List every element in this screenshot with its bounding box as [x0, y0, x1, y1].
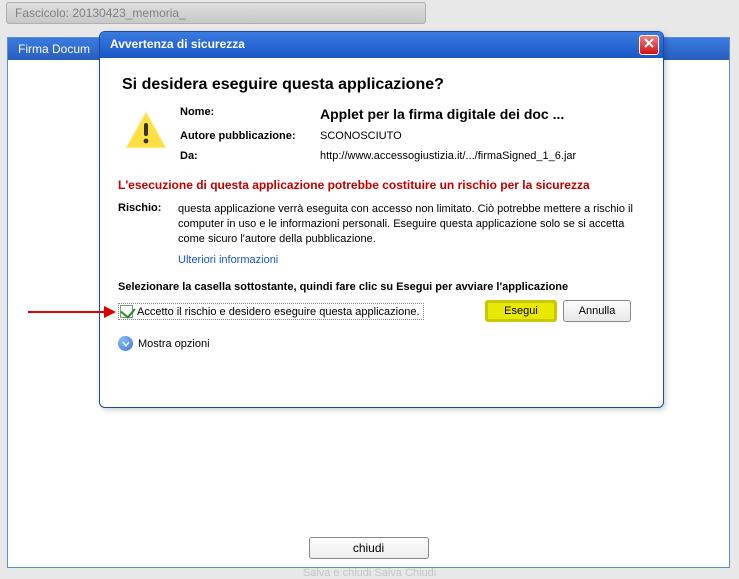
run-button[interactable]: Esegui — [485, 300, 557, 322]
background-footer-text: Salva e chiudi Salva Chiudi — [0, 567, 739, 579]
app-info-grid: Nome: Applet per la firma digitale dei d… — [174, 106, 645, 170]
fascicolo-titlebar: Fascicolo: 20130423_memoria_ — [6, 2, 426, 24]
show-options-label: Mostra opzioni — [138, 338, 210, 350]
chiudi-button[interactable]: chiudi — [309, 537, 429, 559]
accept-risk-group[interactable]: Accetto il rischio e desidero eseguire q… — [118, 303, 424, 320]
security-warning-dialog: Avvertenza di sicurezza Si desidera eseg… — [99, 31, 664, 408]
publisher-value: SCONOSCIUTO — [320, 130, 645, 142]
select-instruction: Selezionare la casella sottostante, quin… — [118, 281, 645, 293]
close-icon[interactable] — [639, 35, 659, 55]
dialog-heading: Si desidera eseguire questa applicazione… — [122, 76, 645, 94]
from-label: Da: — [180, 150, 320, 162]
publisher-label: Autore pubblicazione: — [180, 130, 320, 142]
show-options-toggle[interactable]: Mostra opzioni — [118, 336, 645, 351]
risk-text: questa applicazione verrà eseguita con a… — [178, 202, 645, 267]
risk-label: Rischio: — [118, 202, 178, 267]
name-label: Nome: — [180, 106, 320, 122]
security-risk-warning: L'esecuzione di questa applicazione potr… — [118, 178, 645, 192]
firma-title-text: Firma Docum — [18, 42, 90, 56]
risk-description: questa applicazione verrà eseguita con a… — [178, 203, 633, 245]
name-value: Applet per la firma digitale dei doc ... — [320, 106, 645, 122]
fascicolo-title: Fascicolo: 20130423_memoria_ — [15, 6, 186, 20]
cancel-button[interactable]: Annulla — [563, 300, 631, 322]
more-info-link[interactable]: Ulteriori informazioni — [178, 253, 645, 268]
dialog-body: Si desidera eseguire questa applicazione… — [100, 58, 663, 407]
dialog-title: Avvertenza di sicurezza — [110, 37, 245, 51]
chevron-down-icon — [118, 336, 133, 351]
from-value: http://www.accessogiustizia.it/.../firma… — [320, 150, 645, 162]
accept-risk-label: Accetto il rischio e desidero eseguire q… — [137, 306, 420, 318]
dialog-titlebar: Avvertenza di sicurezza — [100, 32, 663, 58]
accept-risk-checkbox[interactable] — [120, 305, 133, 318]
warning-icon — [118, 106, 174, 170]
